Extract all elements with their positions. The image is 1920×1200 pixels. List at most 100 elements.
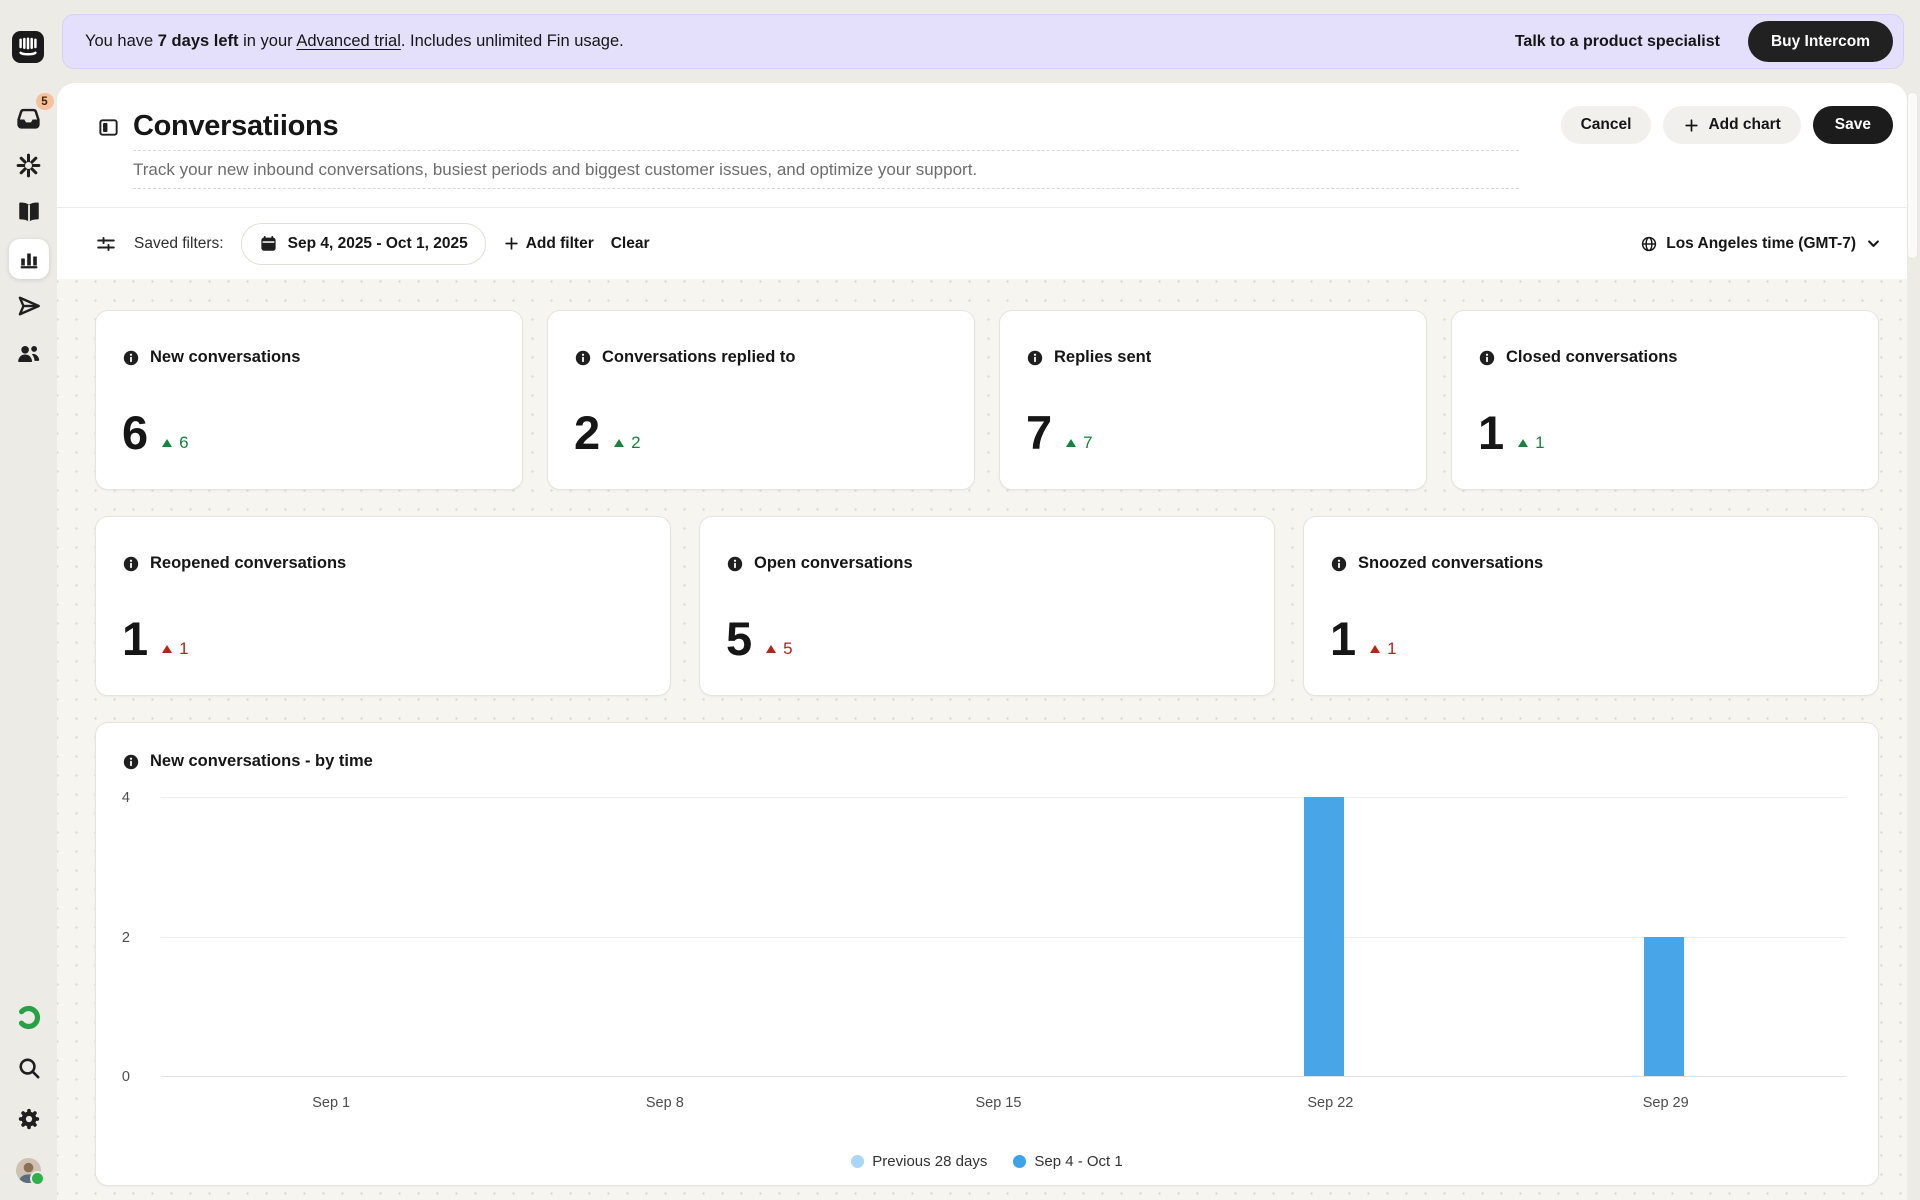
metric-card-replies-sent[interactable]: Replies sent 7 7 xyxy=(999,310,1427,490)
globe-icon xyxy=(1640,235,1658,253)
sidebar-item-search[interactable] xyxy=(9,1048,49,1088)
chart-bar-sep-29[interactable] xyxy=(1644,937,1684,1077)
sidebar-item-contacts[interactable] xyxy=(9,333,49,373)
x-tick-label: Sep 8 xyxy=(646,1095,684,1111)
trend-up-icon xyxy=(162,439,172,447)
trend-up-icon xyxy=(162,645,172,653)
metric-row-1: New conversations 6 6 Conversations repl… xyxy=(95,310,1879,490)
intercom-logo[interactable] xyxy=(11,30,45,64)
sidebar-item-account[interactable] xyxy=(9,1150,49,1190)
inbox-badge: 5 xyxy=(36,93,54,110)
trial-message-suffix: . Includes unlimited Fin usage. xyxy=(401,32,624,50)
advanced-trial-link[interactable]: Advanced trial xyxy=(296,32,401,50)
info-icon xyxy=(726,555,744,573)
x-tick-label: Sep 15 xyxy=(975,1095,1021,1111)
sidebar-item-knowledge[interactable] xyxy=(9,192,49,232)
metric-delta: 6 xyxy=(179,434,188,451)
legend-dot-icon xyxy=(851,1155,864,1168)
trial-message-mid: in your xyxy=(239,32,297,50)
report-canvas: New conversations 6 6 Conversations repl… xyxy=(57,279,1907,1200)
fin-ai-icon xyxy=(15,152,42,179)
metric-card-open-conversations[interactable]: Open conversations 5 5 xyxy=(699,516,1275,696)
legend-label: Sep 4 - Oct 1 xyxy=(1034,1153,1122,1170)
clear-filters-button[interactable]: Clear xyxy=(611,235,650,253)
trend-up-icon xyxy=(766,645,776,653)
gridline xyxy=(161,1076,1846,1077)
page-subtitle[interactable]: Track your new inbound conversations, bu… xyxy=(133,151,1519,189)
chart-y-axis: 024 xyxy=(96,798,138,1077)
chart-title: New conversations - by time xyxy=(150,752,373,771)
metric-label: Snoozed conversations xyxy=(1358,554,1543,573)
buy-intercom-button[interactable]: Buy Intercom xyxy=(1748,21,1893,62)
sidebar-item-outbound[interactable] xyxy=(9,286,49,326)
panel-toggle-icon[interactable] xyxy=(97,116,120,139)
metric-label: Closed conversations xyxy=(1506,348,1677,367)
sidebar: 5 xyxy=(0,0,57,1200)
chart-bar-sep-22[interactable] xyxy=(1304,797,1344,1076)
inbox-icon xyxy=(15,105,42,132)
chevron-down-icon xyxy=(1864,234,1883,253)
trend-up-icon xyxy=(1066,439,1076,447)
metric-delta: 1 xyxy=(179,640,188,657)
metric-delta: 2 xyxy=(631,434,640,451)
info-icon xyxy=(122,555,140,573)
metric-value: 6 xyxy=(122,409,147,456)
timezone-selector[interactable]: Los Angeles time (GMT-7) xyxy=(1640,234,1883,253)
status-arc-icon xyxy=(15,1004,42,1031)
cancel-button[interactable]: Cancel xyxy=(1561,106,1652,144)
scrollbar-thumb[interactable] xyxy=(1907,92,1918,259)
legend-item[interactable]: Sep 4 - Oct 1 xyxy=(1013,1153,1122,1170)
save-button[interactable]: Save xyxy=(1813,106,1893,144)
timezone-value: Los Angeles time (GMT-7) xyxy=(1666,235,1856,253)
date-range-picker[interactable]: Sep 4, 2025 - Oct 1, 2025 xyxy=(241,223,486,265)
calendar-icon xyxy=(259,234,278,253)
gridline xyxy=(161,937,1846,938)
filter-bar: Saved filters: Sep 4, 2025 - Oct 1, 2025… xyxy=(57,208,1907,279)
metric-label: Replies sent xyxy=(1054,348,1151,367)
metric-card-conversations-replied-to[interactable]: Conversations replied to 2 2 xyxy=(547,310,975,490)
chart-card-new-conversations-by-time[interactable]: New conversations - by time 024 Sep 1 Sep… xyxy=(95,722,1879,1186)
gridline xyxy=(161,797,1846,798)
metric-label: New conversations xyxy=(150,348,300,367)
metric-delta: 7 xyxy=(1083,434,1092,451)
sidebar-item-inbox[interactable]: 5 xyxy=(9,98,49,138)
metric-card-snoozed-conversations[interactable]: Snoozed conversations 1 1 xyxy=(1303,516,1879,696)
x-tick-label: Sep 29 xyxy=(1643,1095,1689,1111)
metric-value: 1 xyxy=(122,615,147,662)
bar-chart-icon xyxy=(17,247,41,271)
main-panel: Conversatiions Track your new inbound co… xyxy=(57,83,1907,1200)
legend-label: Previous 28 days xyxy=(872,1153,987,1170)
presence-dot xyxy=(30,1171,45,1186)
header-actions: Cancel Add chart Save xyxy=(1561,106,1893,144)
metric-label: Open conversations xyxy=(754,554,913,573)
chart-plot xyxy=(161,798,1846,1077)
info-icon xyxy=(574,349,592,367)
sidebar-item-reports[interactable] xyxy=(9,239,49,279)
talk-to-specialist-link[interactable]: Talk to a product specialist xyxy=(1515,33,1720,51)
sidebar-item-fin-ai[interactable] xyxy=(9,145,49,185)
metric-value: 1 xyxy=(1478,409,1503,456)
add-chart-button[interactable]: Add chart xyxy=(1663,106,1800,144)
gear-icon xyxy=(16,1106,42,1132)
metric-row-2: Reopened conversations 1 1 Open conversa… xyxy=(95,516,1879,696)
sidebar-nav: 5 xyxy=(0,98,57,373)
info-icon xyxy=(122,753,140,771)
page-title[interactable]: Conversatiions xyxy=(133,109,1519,151)
metric-card-closed-conversations[interactable]: Closed conversations 1 1 xyxy=(1451,310,1879,490)
add-filter-button[interactable]: Add filter xyxy=(503,235,594,253)
legend-dot-icon xyxy=(1013,1155,1026,1168)
info-icon xyxy=(1330,555,1348,573)
plus-icon xyxy=(1683,117,1700,134)
add-chart-label: Add chart xyxy=(1708,116,1780,134)
sidebar-item-system-status[interactable] xyxy=(9,997,49,1037)
y-tick-label: 2 xyxy=(122,930,130,946)
sidebar-item-settings[interactable] xyxy=(9,1099,49,1139)
metric-card-new-conversations[interactable]: New conversations 6 6 xyxy=(95,310,523,490)
book-icon xyxy=(16,199,42,225)
metric-card-reopened-conversations[interactable]: Reopened conversations 1 1 xyxy=(95,516,671,696)
date-range-value: Sep 4, 2025 - Oct 1, 2025 xyxy=(288,235,468,253)
x-tick-label: Sep 22 xyxy=(1307,1095,1353,1111)
days-left: 7 days left xyxy=(158,32,239,50)
x-tick-label: Sep 1 xyxy=(312,1095,350,1111)
legend-item[interactable]: Previous 28 days xyxy=(851,1153,987,1170)
